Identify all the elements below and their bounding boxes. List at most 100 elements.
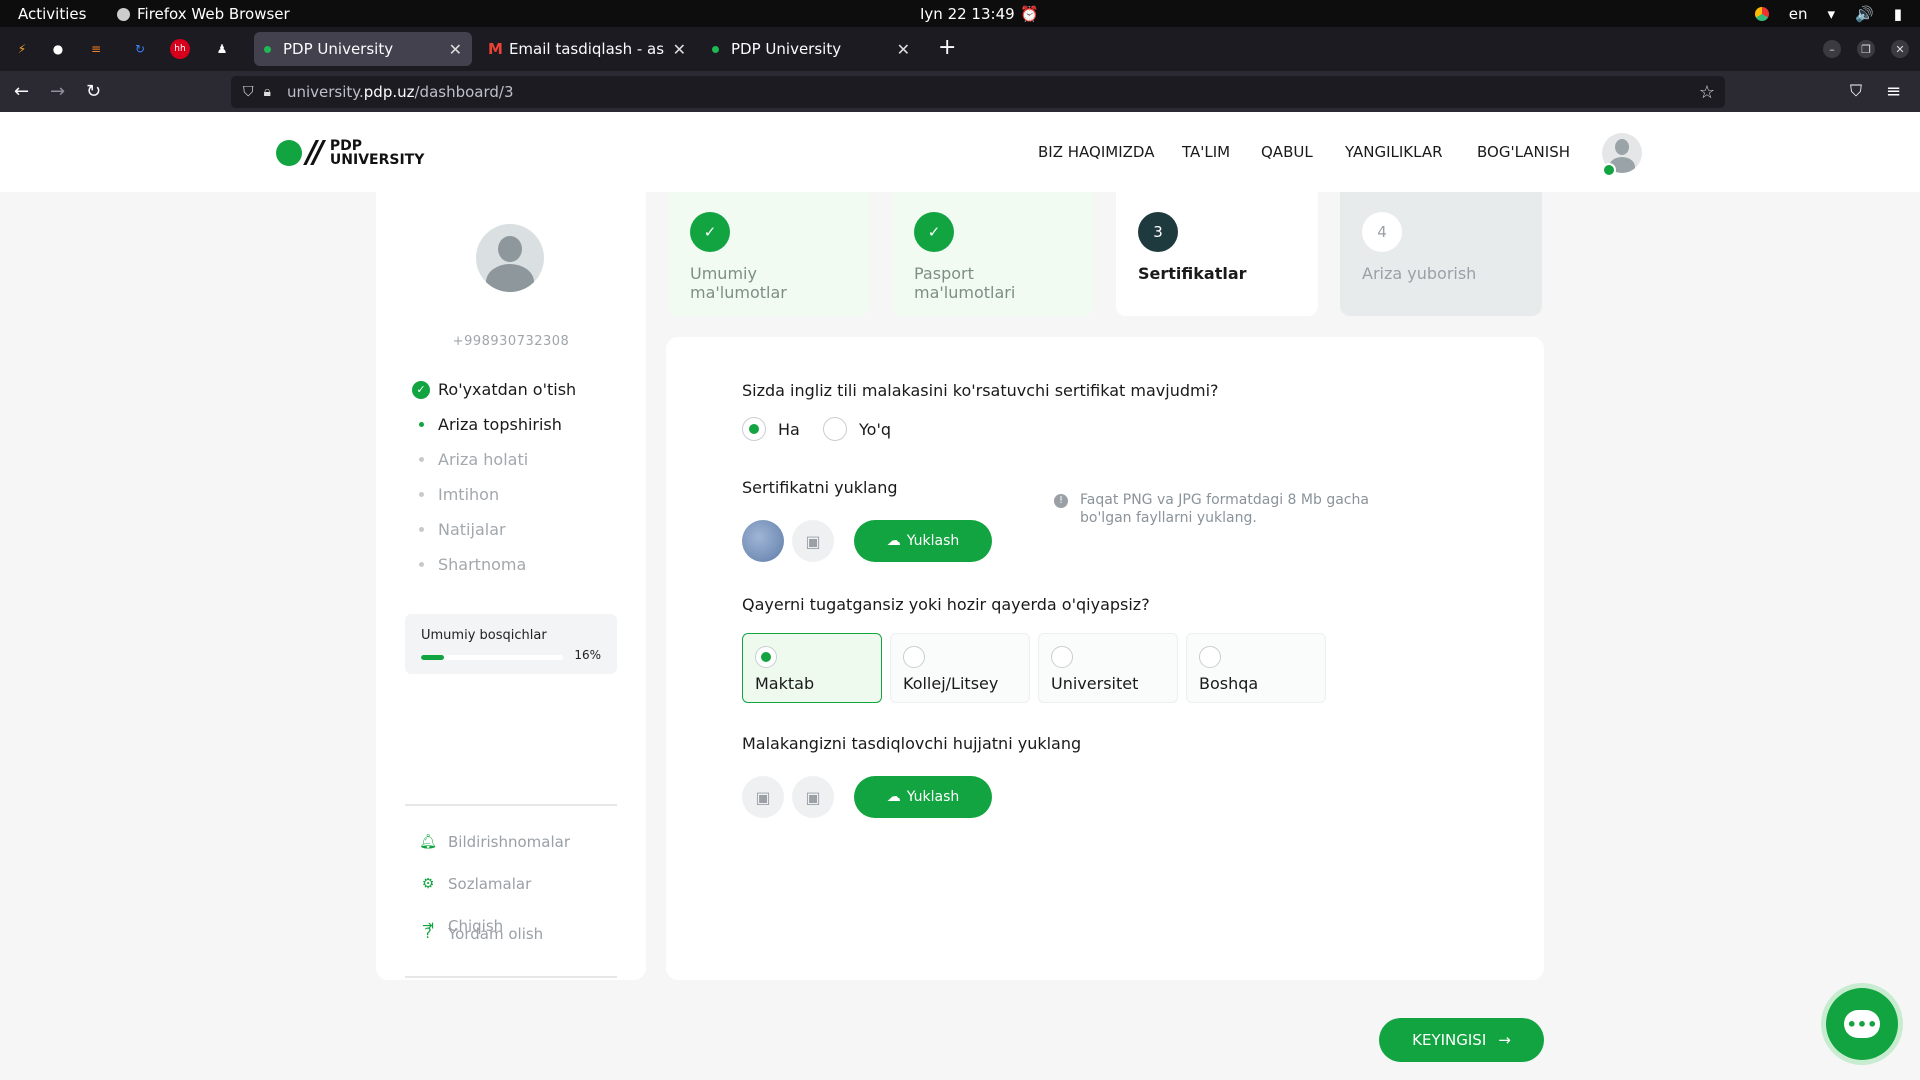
ext-figure-icon[interactable]: ♟	[212, 39, 232, 59]
menu-about[interactable]: BIZ HAQIMIZDA	[1038, 143, 1154, 161]
step-bullet	[412, 451, 430, 469]
bookmark-star-icon[interactable]: ☆	[1699, 82, 1715, 103]
stackoverflow-icon[interactable]: ≡	[86, 39, 106, 59]
forward-button[interactable]: →	[50, 81, 65, 102]
settings-link[interactable]: ⚙ Sozlamalar	[420, 875, 532, 893]
radio-circle	[1199, 646, 1221, 668]
divider	[405, 804, 617, 806]
restore-button[interactable]: ❐	[1857, 40, 1875, 58]
system-tray[interactable]: en ▾ 🔊 ▮	[1754, 5, 1902, 23]
url-text[interactable]: university.pdp.uz/dashboard/3	[287, 83, 514, 101]
step-bullet: ✓	[412, 380, 430, 399]
button-label: KEYINGISI	[1412, 1031, 1487, 1049]
help-link[interactable]: ? Yordam olish	[420, 925, 543, 943]
logo-circle	[276, 139, 302, 166]
new-tab-button[interactable]: +	[938, 35, 956, 60]
url-prefix: university.	[286, 83, 364, 101]
menu-admission[interactable]: QABUL	[1261, 143, 1313, 161]
chrome-icon	[1754, 7, 1769, 21]
progress-value: 16%	[574, 648, 601, 662]
bell-icon: 🔔︎	[419, 834, 437, 850]
close-icon[interactable]: ✕	[897, 40, 910, 59]
hh-icon[interactable]: hh	[170, 39, 190, 59]
chat-bubble-icon: •••	[1844, 1010, 1880, 1038]
radio-yes[interactable]: Ha	[742, 417, 800, 441]
avatar-body	[486, 264, 534, 292]
sync-icon[interactable]: ↻	[130, 39, 150, 59]
reload-button[interactable]: ↻	[86, 81, 101, 102]
option-label: Kollej/Litsey	[903, 674, 999, 693]
step-label: Pasport ma'lumotlari	[914, 264, 1016, 302]
link-label: Yordam olish	[448, 925, 544, 943]
uploaded-image-thumbnail[interactable]	[742, 520, 784, 562]
menu-icon[interactable]: ≡	[1886, 81, 1901, 102]
menu-education[interactable]: TA'LIM	[1182, 143, 1230, 161]
activities-button[interactable]: Activities	[18, 5, 86, 23]
tab-pdp-university-2[interactable]: PDP University ✕	[702, 32, 920, 66]
close-icon[interactable]: ✕	[673, 40, 686, 59]
menu-contact[interactable]: BOG'LANISH	[1477, 143, 1570, 161]
option-school[interactable]: Maktab	[742, 633, 882, 703]
tab-email[interactable]: M Email tasdiqlash - asadbe ✕	[478, 32, 696, 66]
clock[interactable]: Iyn 22 13:49	[920, 5, 1015, 23]
image-placeholder-icon[interactable]: ▣	[792, 520, 834, 562]
extension-icon[interactable]: ⚡	[12, 39, 32, 59]
button-label: Yuklash	[906, 789, 960, 805]
question-icon: ?	[424, 926, 432, 942]
option-other[interactable]: Boshqa	[1186, 633, 1326, 703]
step-label: Ro'yxatdan o'tish	[438, 380, 577, 399]
wifi-icon: ▾	[1827, 5, 1836, 23]
gmail-icon: M	[488, 40, 503, 58]
upload-document-button[interactable]: ☁ Yuklash	[854, 776, 992, 818]
chat-button[interactable]: •••	[1826, 988, 1898, 1060]
pdp-logo[interactable]: // PDP UNIVERSITY	[276, 135, 424, 170]
bullet-dot	[418, 527, 424, 532]
step-label: Ariza yuborish	[1362, 264, 1477, 283]
close-window-button[interactable]: ✕	[1891, 40, 1909, 58]
sidebar-step-application[interactable]: Ariza topshirish	[412, 415, 562, 434]
close-icon[interactable]: ✕	[449, 40, 462, 59]
radio-no[interactable]: Yo'q	[823, 417, 891, 441]
app-menu[interactable]: Firefox Web Browser	[117, 5, 290, 23]
lock-icon[interactable]: 🔒︎	[264, 84, 271, 100]
tab-pdp-university[interactable]: PDP University ✕	[254, 32, 472, 66]
step-label: Ariza topshirish	[438, 415, 562, 434]
step-bullet	[412, 486, 430, 504]
option-college[interactable]: Kollej/Litsey	[890, 633, 1030, 703]
check-icon: ✓	[914, 212, 954, 252]
menu-news[interactable]: YANGILIKLAR	[1345, 143, 1443, 161]
sidebar-step-registration[interactable]: ✓ Ro'yxatdan o'tish	[412, 380, 576, 399]
minimize-button[interactable]: –	[1823, 40, 1841, 58]
pocket-icon[interactable]: ⛉	[1850, 81, 1862, 101]
language-indicator[interactable]: en	[1789, 5, 1808, 23]
bullet-dot	[418, 422, 424, 427]
upload-certificate-button[interactable]: ☁ Yuklash	[854, 520, 992, 562]
online-badge	[1602, 163, 1616, 177]
option-university[interactable]: Universitet	[1038, 633, 1178, 703]
github-icon[interactable]: ●	[48, 39, 68, 59]
stepper-step-passport[interactable]: ✓ Pasport ma'lumotlari	[892, 192, 1094, 316]
stepper-step-submit[interactable]: 4 Ariza yuborish	[1340, 192, 1542, 316]
radio-label: Yo'q	[859, 419, 891, 439]
back-button[interactable]: ←	[14, 81, 29, 102]
url-bar[interactable]: ⛉ 🔒︎ university.pdp.uz/dashboard/3 ☆	[231, 76, 1725, 108]
stepper-step-certificates[interactable]: 3 Sertifikatlar	[1116, 192, 1318, 316]
image-placeholder-icon[interactable]: ▣	[792, 776, 834, 818]
certificate-form: Sizda ingliz tili malakasini ko'rsatuvch…	[666, 337, 1544, 980]
question-certificate: Sizda ingliz tili malakasini ko'rsatuvch…	[742, 381, 1219, 400]
url-path: /dashboard/3	[414, 83, 514, 101]
check-icon: ✓	[412, 380, 430, 399]
next-button[interactable]: KEYINGISI →	[1379, 1018, 1544, 1062]
tab-label: Email tasdiqlash - asadbe	[508, 40, 665, 58]
notifications-link[interactable]: 🔔︎ Bildirishnomalar	[419, 833, 570, 851]
radio-circle	[742, 417, 766, 441]
bullet-dot	[418, 562, 424, 567]
step-bullet	[412, 416, 430, 434]
favicon-icon	[712, 45, 719, 53]
sidebar-step-contract: Shartnoma	[412, 555, 526, 574]
image-placeholder-icon[interactable]: ▣	[742, 776, 784, 818]
arrow-right-icon: →	[1498, 1031, 1511, 1049]
radio-label: Ha	[778, 419, 800, 439]
stepper-step-general[interactable]: ✓ Umumiy ma'lumotlar	[668, 192, 870, 316]
shield-icon[interactable]: ⛉	[243, 84, 254, 100]
